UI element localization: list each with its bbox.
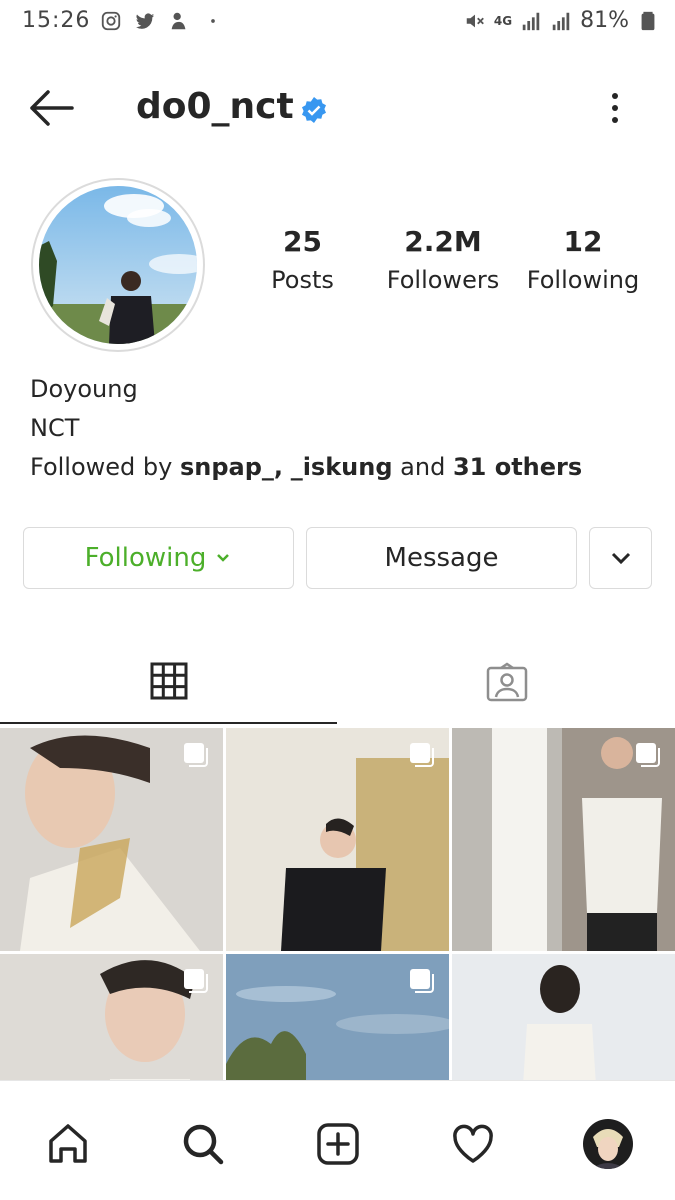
battery-percent: 81% bbox=[580, 8, 629, 33]
followed-by-user-2[interactable]: _iskung bbox=[291, 453, 393, 481]
status-left-icons bbox=[100, 10, 224, 32]
following-button[interactable]: Following bbox=[23, 527, 294, 589]
stat-following[interactable]: 12 Following bbox=[518, 225, 648, 294]
status-bar: 15:26 4G 81% bbox=[0, 0, 675, 48]
back-button[interactable] bbox=[28, 88, 76, 128]
profile-bio-text: NCT bbox=[30, 414, 80, 442]
multiple-posts-icon bbox=[184, 969, 208, 993]
post-thumbnail[interactable] bbox=[226, 954, 449, 1080]
signal-icon bbox=[522, 12, 540, 30]
status-right: 4G 81% bbox=[464, 8, 659, 33]
multiple-posts-icon bbox=[410, 969, 434, 993]
suggested-accounts-button[interactable] bbox=[589, 527, 652, 589]
chevron-down-icon bbox=[611, 552, 630, 565]
profile-avatar-image bbox=[583, 1119, 633, 1169]
tab-tagged[interactable] bbox=[338, 640, 675, 724]
stat-following-label: Following bbox=[526, 266, 640, 294]
more-vertical-icon bbox=[612, 93, 618, 123]
home-icon bbox=[49, 1124, 87, 1163]
nav-activity[interactable] bbox=[448, 1119, 498, 1169]
profile-username: do0_nct bbox=[136, 86, 294, 127]
search-icon bbox=[183, 1124, 224, 1165]
followed-by-line[interactable]: Followed by snpap_, _iskung and 31 other… bbox=[30, 448, 650, 487]
multiple-posts-icon bbox=[184, 743, 208, 767]
nav-home[interactable] bbox=[43, 1119, 93, 1169]
profile-bio: Doyoung NCT Followed by snpap_, _iskung … bbox=[30, 370, 650, 487]
bottom-navigation bbox=[0, 1080, 675, 1200]
signal-icon-2 bbox=[552, 12, 570, 30]
post-thumbnail[interactable] bbox=[452, 954, 675, 1080]
mute-icon bbox=[466, 14, 484, 27]
stat-posts-label: Posts bbox=[271, 266, 334, 294]
post-thumbnail[interactable] bbox=[0, 728, 223, 951]
nav-search[interactable] bbox=[178, 1119, 228, 1169]
arrow-left-icon bbox=[30, 90, 74, 126]
stat-posts[interactable]: 25 Posts bbox=[255, 225, 350, 294]
chevron-down-icon bbox=[217, 554, 230, 562]
profile-tabs bbox=[0, 640, 675, 724]
tab-grid[interactable] bbox=[0, 640, 337, 724]
followed-by-others[interactable]: 31 others bbox=[453, 453, 582, 481]
followed-by-prefix: Followed by bbox=[30, 453, 173, 481]
message-button[interactable]: Message bbox=[306, 527, 577, 589]
stat-followers[interactable]: 2.2M Followers bbox=[378, 225, 508, 294]
posts-grid bbox=[0, 728, 675, 1080]
profile-header: do0_nct bbox=[0, 70, 675, 146]
nav-new-post[interactable] bbox=[313, 1119, 363, 1169]
post-thumbnail[interactable] bbox=[452, 728, 675, 951]
followed-by-user-1[interactable]: snpap_, bbox=[180, 453, 283, 481]
avatar-photo bbox=[39, 186, 197, 344]
stat-following-value: 12 bbox=[563, 225, 603, 258]
status-time: 15:26 bbox=[22, 8, 91, 33]
nav-profile[interactable] bbox=[583, 1119, 633, 1169]
network-type: 4G bbox=[493, 13, 513, 28]
stat-followers-label: Followers bbox=[386, 266, 500, 294]
multiple-posts-icon bbox=[636, 743, 660, 767]
dot-icon bbox=[211, 19, 215, 23]
battery-icon bbox=[641, 11, 655, 30]
post-thumbnail[interactable] bbox=[226, 728, 449, 951]
more-options-button[interactable] bbox=[600, 88, 630, 128]
stat-posts-value: 25 bbox=[283, 225, 322, 258]
followed-by-and: and bbox=[400, 453, 446, 481]
post-thumbnail[interactable] bbox=[0, 954, 223, 1080]
profile-stats: 25 Posts 2.2M Followers 12 Following bbox=[255, 225, 655, 315]
multiple-posts-icon bbox=[410, 743, 434, 767]
app-notification-icon bbox=[171, 12, 186, 30]
twitter-icon bbox=[135, 13, 155, 29]
add-post-icon bbox=[317, 1123, 359, 1165]
stat-followers-value: 2.2M bbox=[404, 225, 482, 258]
verified-badge-icon bbox=[302, 97, 326, 123]
profile-avatar-icon bbox=[583, 1119, 633, 1169]
tagged-icon bbox=[486, 662, 527, 702]
activity-heart-icon bbox=[453, 1124, 493, 1163]
profile-avatar[interactable] bbox=[39, 186, 197, 344]
grid-icon bbox=[150, 662, 187, 700]
message-button-label: Message bbox=[384, 543, 499, 573]
profile-display-name: Doyoung bbox=[30, 375, 138, 403]
instagram-icon bbox=[101, 11, 121, 31]
following-button-label: Following bbox=[84, 543, 207, 573]
post-photo bbox=[452, 954, 675, 1080]
